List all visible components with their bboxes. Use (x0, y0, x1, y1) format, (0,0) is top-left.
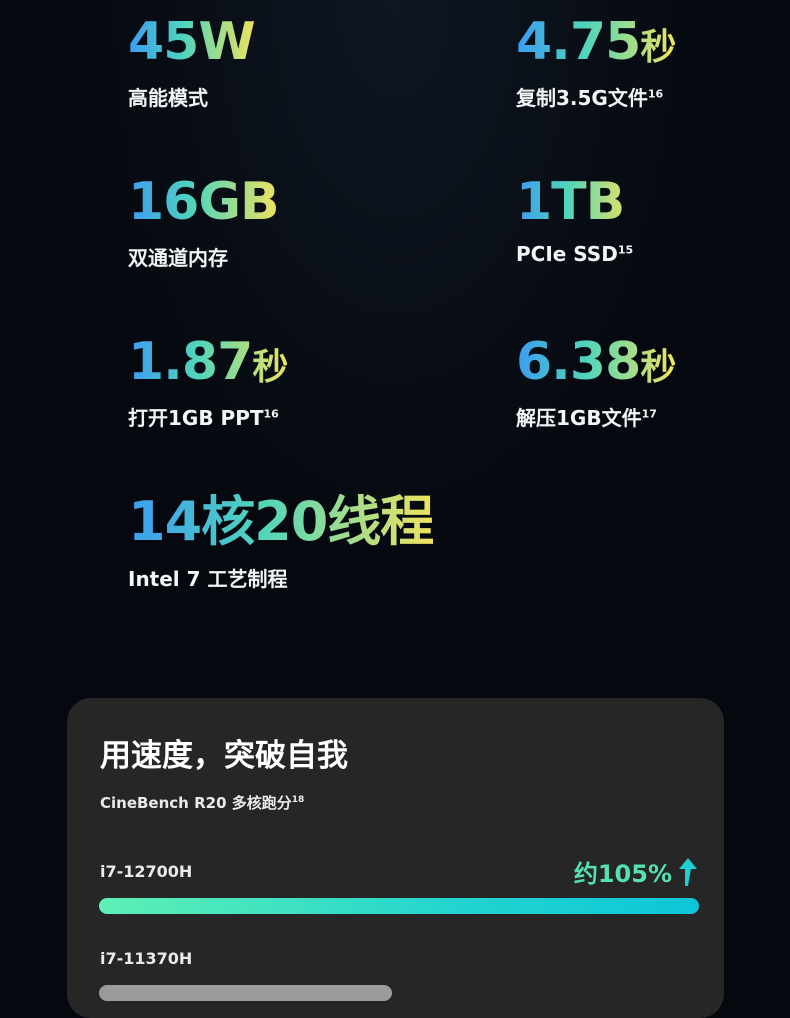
spec-label: PCIe SSD15 (516, 242, 634, 266)
spec-value: 14核20线程 (128, 494, 433, 557)
bench-gain: 约105% (574, 854, 698, 889)
spec-label: 复制3.5G文件16 (516, 86, 664, 110)
spec-label: 双通道内存 (128, 246, 228, 270)
spec-power: 45W 高能模式 (128, 14, 255, 111)
spec-storage: 1TB PCIe SSD15 (516, 174, 633, 266)
spec-copy-time: 4.75秒 复制3.5G文件16 (516, 14, 675, 111)
spec-value: 45W (128, 14, 255, 76)
bench-gain-value: 约105% (573, 860, 672, 888)
spec-unzip-time: 6.38秒 解压1GB文件17 (516, 334, 675, 431)
spec-label: 高能模式 (128, 86, 208, 110)
spec-label: 打开1GB PPT16 (128, 406, 279, 430)
benchmark-card: 用速度，突破自我 CineBench R20 多核跑分18 i7-12700H … (67, 698, 724, 1018)
spec-value: 1TB (516, 174, 633, 236)
card-subtitle: CineBench R20 多核跑分18 (100, 794, 305, 812)
spec-open-ppt: 1.87秒 打开1GB PPT16 (128, 334, 287, 431)
spec-value: 4.75秒 (516, 14, 675, 76)
bench-name-old: i7-11370H (100, 949, 193, 968)
spec-label: Intel 7 工艺制程 (128, 567, 288, 591)
spec-value: 16GB (128, 174, 279, 236)
bench-bar-old (99, 985, 392, 1001)
spec-cores: 14核20线程 Intel 7 工艺制程 (128, 494, 433, 592)
bench-bar-new (99, 898, 699, 914)
spec-value: 1.87秒 (128, 334, 287, 396)
arrow-up-icon (679, 857, 697, 886)
bench-name-new: i7-12700H (100, 862, 193, 881)
card-title: 用速度，突破自我 (100, 738, 348, 774)
spec-value: 6.38秒 (516, 334, 675, 396)
spec-label: 解压1GB文件17 (516, 406, 657, 430)
spec-memory: 16GB 双通道内存 (128, 174, 279, 271)
